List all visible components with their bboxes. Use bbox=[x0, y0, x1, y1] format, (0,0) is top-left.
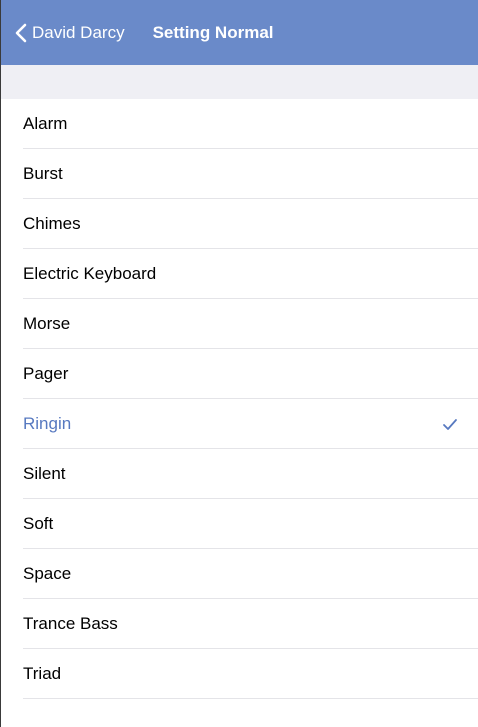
ringtone-row[interactable]: Alarm bbox=[1, 99, 478, 149]
back-button[interactable]: David Darcy bbox=[1, 0, 125, 65]
ringtone-label: Ringin bbox=[23, 414, 72, 433]
ringtone-row[interactable]: Electric Keyboard bbox=[1, 249, 478, 299]
ringtone-label: Chimes bbox=[23, 214, 81, 233]
ringtone-label: Pager bbox=[23, 364, 69, 383]
ringtone-label: Trance Bass bbox=[23, 614, 118, 633]
checkmark-icon bbox=[442, 417, 458, 431]
ringtone-row[interactable]: Pager bbox=[1, 349, 478, 399]
page-title: Setting Normal bbox=[152, 22, 274, 42]
ringtone-label: Soft bbox=[23, 514, 54, 533]
ringtone-row[interactable]: Trance Bass bbox=[1, 599, 478, 649]
section-header-spacer bbox=[1, 65, 478, 99]
navigation-bar: David Darcy Setting Normal bbox=[1, 0, 478, 65]
ringtone-label: Alarm bbox=[23, 114, 68, 133]
ringtone-row-selected[interactable]: Ringin bbox=[1, 399, 478, 449]
ringtone-list: Alarm Burst Chimes Electric Keyboard Mor… bbox=[1, 99, 478, 699]
screen: David Darcy Setting Normal Alarm Burst C… bbox=[0, 0, 478, 727]
ringtone-row[interactable]: Triad bbox=[1, 649, 478, 699]
ringtone-label: Electric Keyboard bbox=[23, 264, 157, 283]
ringtone-label: Space bbox=[23, 564, 72, 583]
ringtone-label: Burst bbox=[23, 164, 63, 183]
ringtone-label: Triad bbox=[23, 664, 62, 683]
ringtone-row[interactable]: Silent bbox=[1, 449, 478, 499]
ringtone-row[interactable]: Burst bbox=[1, 149, 478, 199]
ringtone-label: Morse bbox=[23, 314, 71, 333]
ringtone-label: Silent bbox=[23, 464, 66, 483]
ringtone-row[interactable]: Morse bbox=[1, 299, 478, 349]
chevron-left-icon bbox=[15, 23, 27, 43]
back-button-label: David Darcy bbox=[32, 22, 125, 42]
ringtone-row[interactable]: Space bbox=[1, 549, 478, 599]
ringtone-row[interactable]: Soft bbox=[1, 499, 478, 549]
ringtone-row[interactable]: Chimes bbox=[1, 199, 478, 249]
